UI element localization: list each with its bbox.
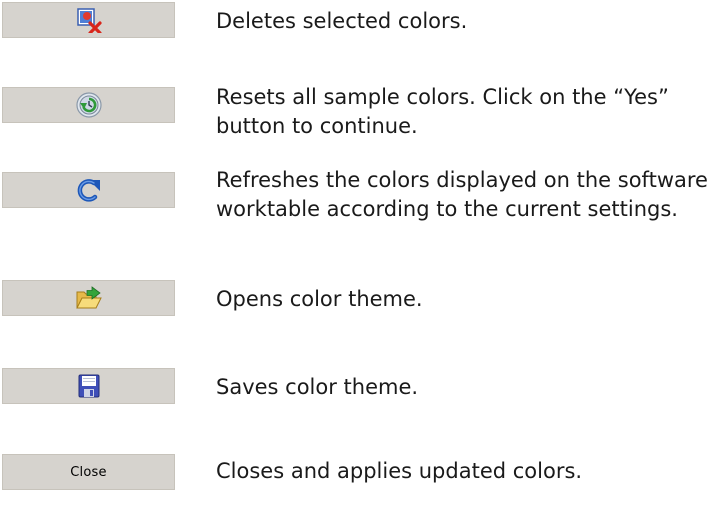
refresh-icon [75, 177, 103, 203]
save-disk-icon [77, 373, 101, 399]
delete-description: Deletes selected colors. [216, 9, 468, 33]
save-description: Saves color theme. [216, 375, 419, 399]
refresh-colors-button[interactable] [2, 172, 175, 208]
save-theme-button[interactable] [2, 368, 175, 404]
close-button[interactable]: Close [2, 454, 175, 490]
open-theme-button[interactable] [2, 280, 175, 316]
delete-colors-button[interactable] [2, 2, 175, 38]
close-button-label: Close [70, 464, 107, 480]
reset-colors-button[interactable] [2, 87, 175, 123]
reset-icon [75, 91, 103, 119]
open-folder-icon [74, 285, 104, 311]
delete-colors-icon [76, 7, 102, 33]
close-description: Closes and applies updated colors. [216, 459, 583, 483]
reset-description: Resets all sample colors. Click on the “… [216, 85, 669, 138]
refresh-description: Refreshes the colors displayed on the so… [216, 168, 708, 221]
open-description: Opens color theme. [216, 287, 423, 311]
